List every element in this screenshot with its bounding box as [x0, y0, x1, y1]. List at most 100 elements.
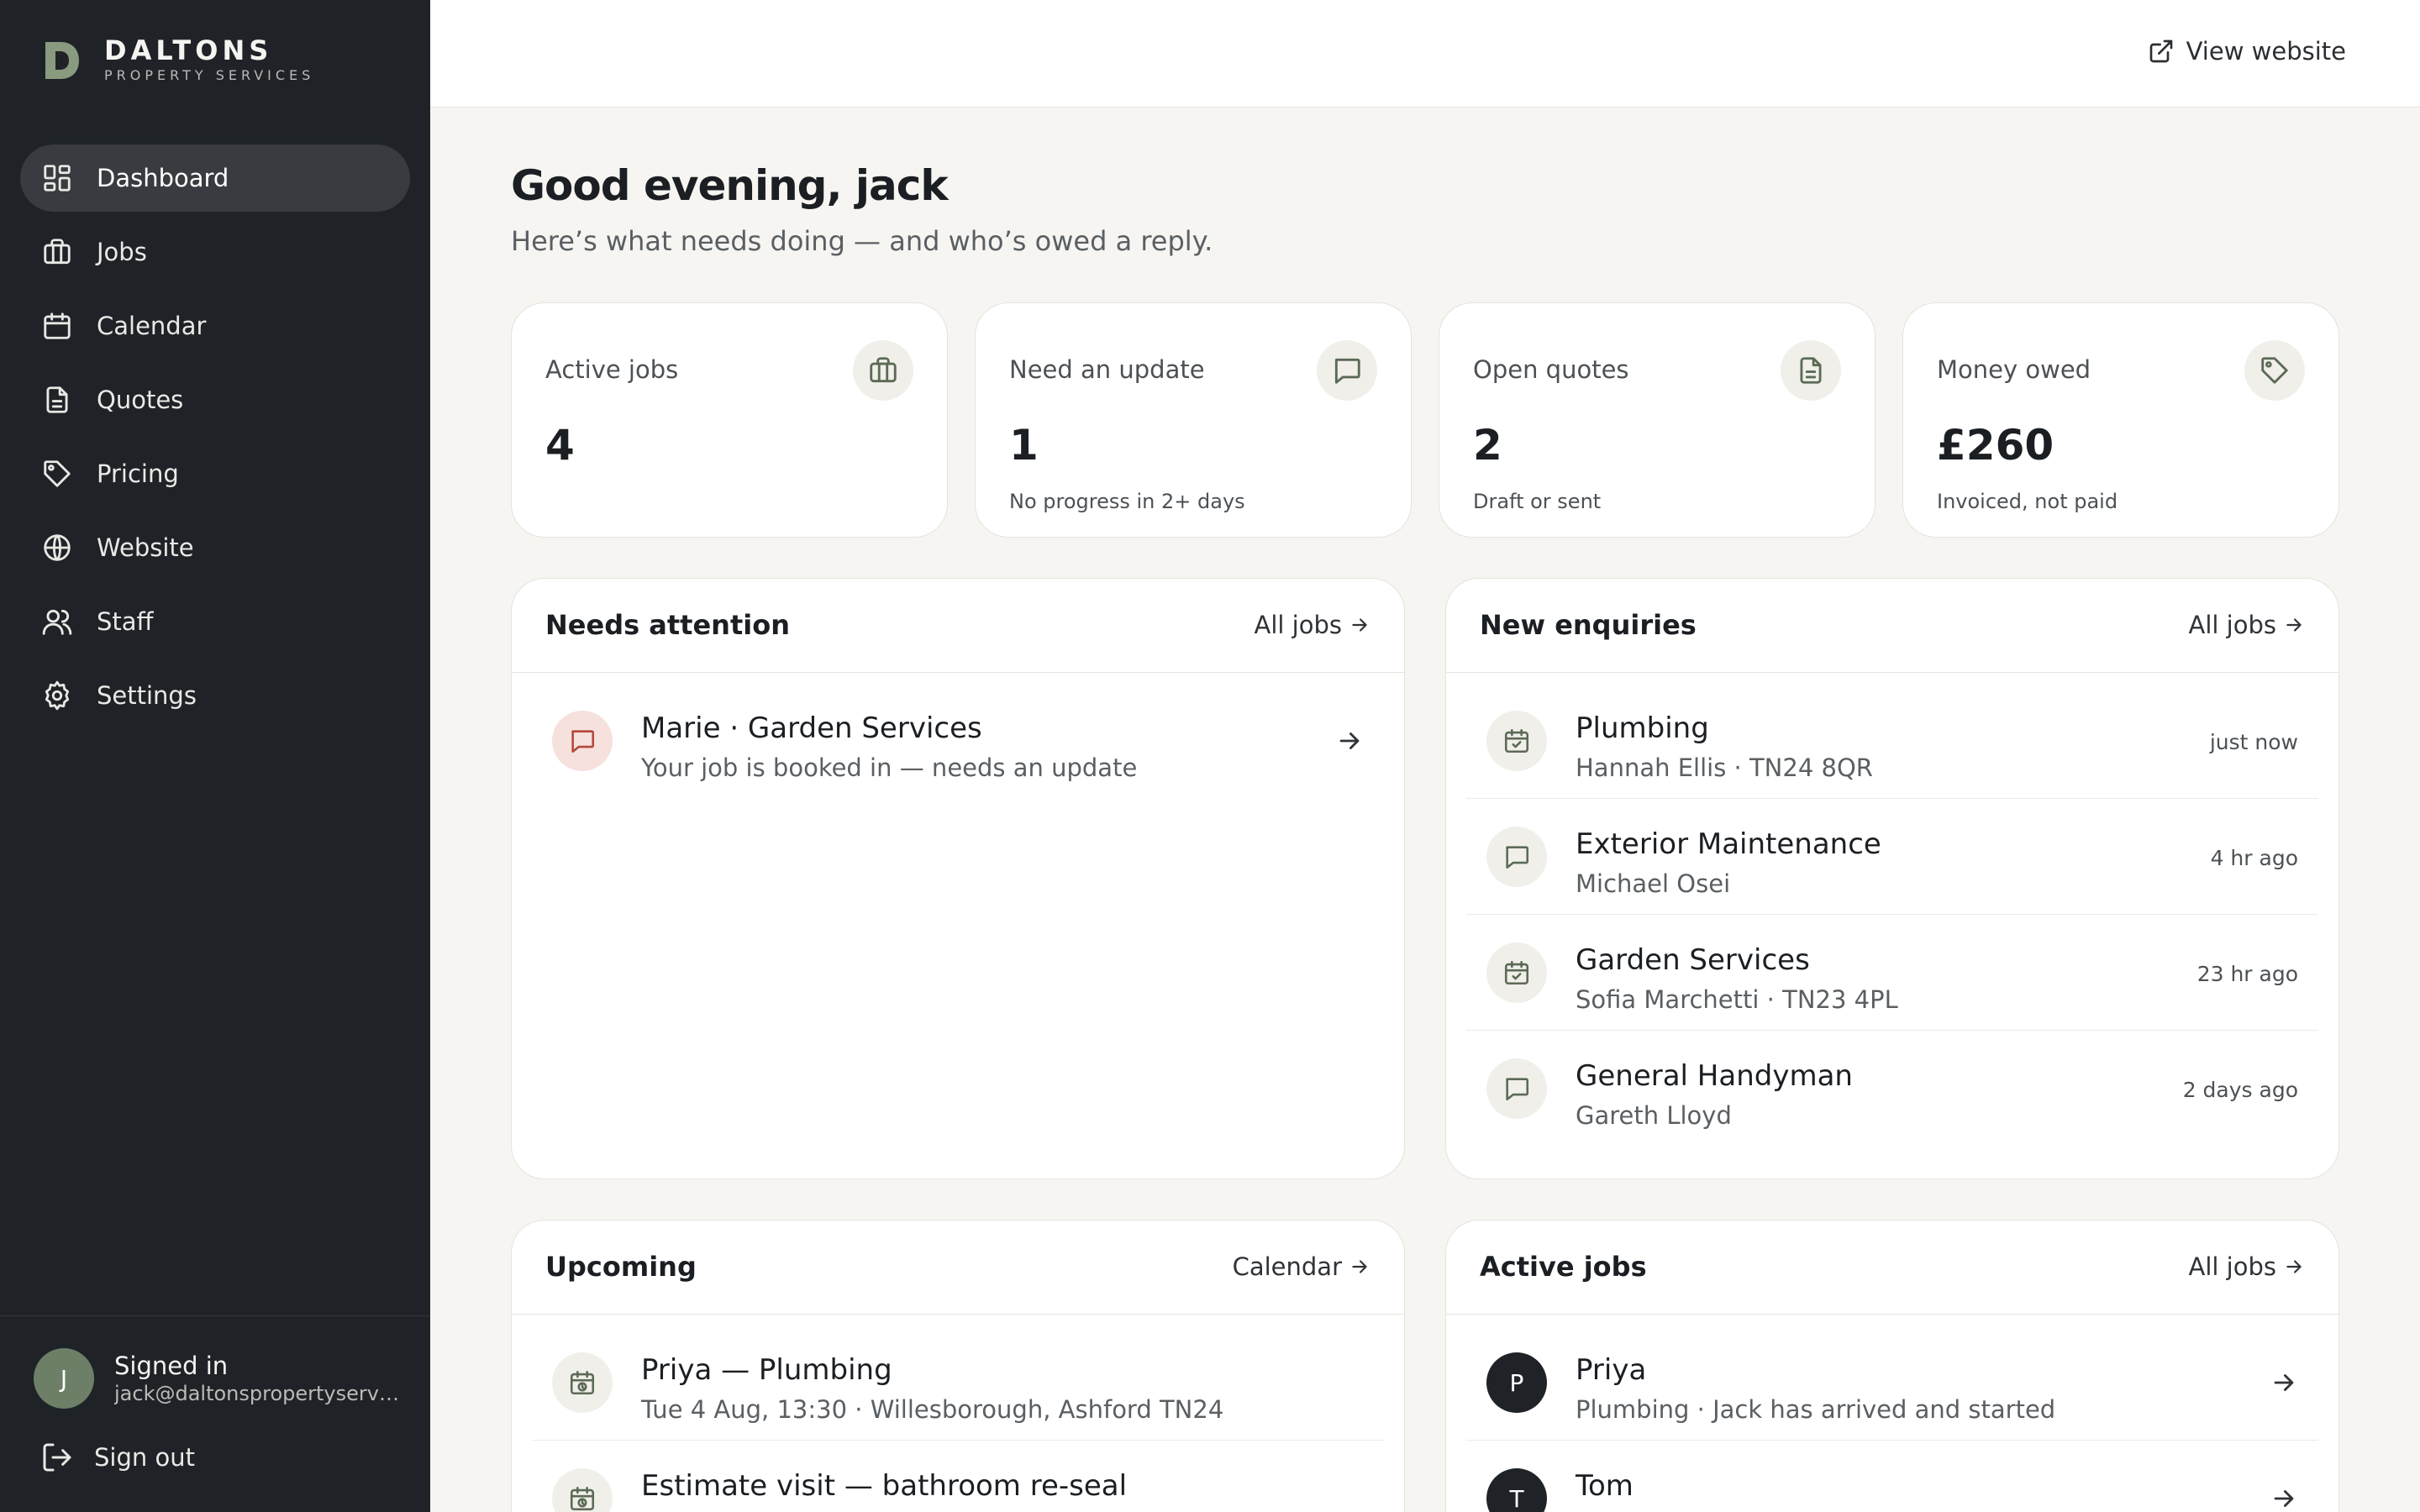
list-item[interactable]: Exterior Maintenance Michael Osei 4 hr a…	[1466, 799, 2318, 915]
stat-card-need-update[interactable]: Need an update 1 No progress in 2+ days	[975, 302, 1412, 538]
list-item[interactable]: P Priya Plumbing · Jack has arrived and …	[1466, 1325, 2318, 1441]
message-icon	[571, 730, 595, 753]
brand-subtitle: PROPERTY SERVICES	[104, 67, 315, 83]
item-subtitle: Gareth Lloyd	[1576, 1101, 1732, 1130]
external-link-icon	[2149, 39, 2172, 63]
stat-label: Active jobs	[545, 355, 679, 384]
sidebar-item-website[interactable]: Website	[20, 514, 410, 581]
sidebar-item-label: Jobs	[97, 238, 147, 266]
brand-name: DALTONS	[104, 34, 273, 66]
calendar-check-icon	[1504, 960, 1529, 985]
item-time: 23 hr ago	[2196, 962, 2298, 986]
user-email: jack@daltonspropertyservic...	[114, 1382, 400, 1405]
sidebar-item-label: Staff	[97, 607, 154, 636]
calendar-link[interactable]: Calendar	[1233, 1252, 1370, 1281]
panel-title: New enquiries	[1480, 609, 1697, 641]
panel-title: Needs attention	[545, 609, 790, 641]
arrow-right-icon	[2274, 1490, 2294, 1507]
item-subtitle: Michael Osei	[1576, 869, 1731, 898]
item-title: General Handyman	[1576, 1059, 1853, 1093]
list-item[interactable]: T Tom	[1466, 1441, 2318, 1512]
calendar-check-icon	[1504, 728, 1529, 753]
stat-value: 1	[1009, 421, 1039, 470]
stat-value: £260	[1937, 421, 2054, 470]
item-time: 2 days ago	[2182, 1078, 2298, 1102]
link-label: All jobs	[2188, 1252, 2277, 1281]
sidebar-item-dashboard[interactable]: Dashboard	[20, 144, 410, 212]
arrow-right-icon	[2274, 1374, 2294, 1391]
daltons-logo-icon	[45, 42, 79, 79]
list-item[interactable]: Priya — Plumbing Tue 4 Aug, 13:30 · Will…	[532, 1325, 1384, 1441]
stat-label: Open quotes	[1473, 355, 1629, 384]
sign-out-icon	[43, 1443, 71, 1472]
sidebar-item-label: Calendar	[97, 312, 207, 340]
avatar: T	[1486, 1468, 1547, 1512]
page-title: Good evening, jack	[511, 161, 949, 210]
tag-icon	[44, 460, 71, 487]
sign-out-button[interactable]: Sign out	[40, 1441, 195, 1474]
stat-card-open-quotes[interactable]: Open quotes 2 Draft or sent	[1439, 302, 1876, 538]
sidebar-item-jobs[interactable]: Jobs	[20, 218, 410, 286]
sidebar-item-pricing[interactable]: Pricing	[20, 440, 410, 507]
link-label: Calendar	[1232, 1252, 1342, 1281]
message-icon	[1506, 846, 1529, 869]
item-title: Garden Services	[1576, 943, 1810, 977]
message-icon	[1334, 358, 1360, 384]
sidebar-nav: Dashboard Jobs Calendar Quotes Pricing W…	[20, 144, 410, 736]
sidebar-item-label: Dashboard	[97, 164, 229, 192]
sidebar-item-staff[interactable]: Staff	[20, 588, 410, 655]
link-label: All jobs	[2188, 611, 2277, 639]
sidebar-item-calendar[interactable]: Calendar	[20, 292, 410, 360]
item-subtitle: Sofia Marchetti · TN23 4PL	[1576, 985, 1898, 1014]
panel-title: Upcoming	[545, 1251, 697, 1283]
all-jobs-link[interactable]: All jobs	[2189, 611, 2306, 639]
all-jobs-link[interactable]: All jobs	[2189, 1252, 2306, 1281]
avatar: P	[1486, 1352, 1547, 1413]
sidebar-item-label: Settings	[97, 681, 197, 710]
item-title: Plumbing	[1576, 711, 1709, 745]
stat-card-money-owed[interactable]: Money owed £260 Invoiced, not paid	[1902, 302, 2339, 538]
sign-out-label: Sign out	[94, 1443, 195, 1472]
list-item[interactable]: Estimate visit — bathroom re-seal	[532, 1441, 1384, 1512]
stat-value: 4	[545, 421, 575, 470]
document-icon	[46, 386, 68, 413]
sidebar-item-settings[interactable]: Settings	[20, 662, 410, 729]
user-card[interactable]: J Signed in jack@daltonspropertyservic..…	[34, 1348, 400, 1409]
all-jobs-link[interactable]: All jobs	[1255, 611, 1371, 639]
list-item[interactable]: Plumbing Hannah Ellis · TN24 8QR just no…	[1466, 683, 2318, 799]
sidebar: DALTONS PROPERTY SERVICES Dashboard Jobs…	[0, 0, 430, 1512]
stat-note: Invoiced, not paid	[1937, 490, 2118, 513]
sidebar-item-quotes[interactable]: Quotes	[20, 366, 410, 433]
stat-note: Draft or sent	[1473, 490, 1602, 513]
arrow-right-icon	[1339, 732, 1360, 749]
sidebar-footer: J Signed in jack@daltonspropertyservic..…	[0, 1315, 430, 1512]
stat-card-active-jobs[interactable]: Active jobs 4	[511, 302, 948, 538]
item-subtitle: Hannah Ellis · TN24 8QR	[1576, 753, 1873, 782]
calendar-icon	[44, 312, 71, 339]
stat-label: Money owed	[1937, 355, 2091, 384]
dashboard-icon	[44, 165, 71, 192]
item-title: Estimate visit — bathroom re-seal	[641, 1469, 1128, 1503]
active-jobs-panel: Active jobs All jobs P Priya Plumbing · …	[1445, 1220, 2339, 1512]
document-icon	[1800, 357, 1822, 384]
item-title: Priya — Plumbing	[641, 1353, 892, 1387]
upcoming-panel: Upcoming Calendar Priya — Plumbing Tue 4…	[511, 1220, 1405, 1512]
avatar: J	[34, 1348, 94, 1409]
tag-icon	[2261, 357, 2288, 384]
needs-attention-panel: Needs attention All jobs Marie · Garden …	[511, 578, 1405, 1179]
page-subtitle: Here’s what needs doing — and who’s owed…	[511, 225, 1213, 257]
arrow-right-icon	[1352, 618, 1367, 632]
list-item[interactable]: General Handyman Gareth Lloyd 2 days ago	[1466, 1031, 2318, 1147]
item-title: Priya	[1576, 1353, 1647, 1387]
view-website-label: View website	[2186, 37, 2346, 66]
view-website-link[interactable]: View website	[2148, 37, 2346, 66]
item-title: Exterior Maintenance	[1576, 827, 1881, 861]
globe-icon	[44, 534, 71, 561]
stat-value: 2	[1473, 421, 1502, 470]
gear-icon	[45, 680, 70, 711]
briefcase-icon	[870, 357, 897, 383]
list-item[interactable]: Garden Services Sofia Marchetti · TN23 4…	[1466, 915, 2318, 1031]
sidebar-item-label: Pricing	[97, 459, 179, 488]
list-item[interactable]: Marie · Garden Services Your job is book…	[532, 683, 1384, 799]
brand[interactable]: DALTONS PROPERTY SERVICES	[42, 35, 314, 86]
